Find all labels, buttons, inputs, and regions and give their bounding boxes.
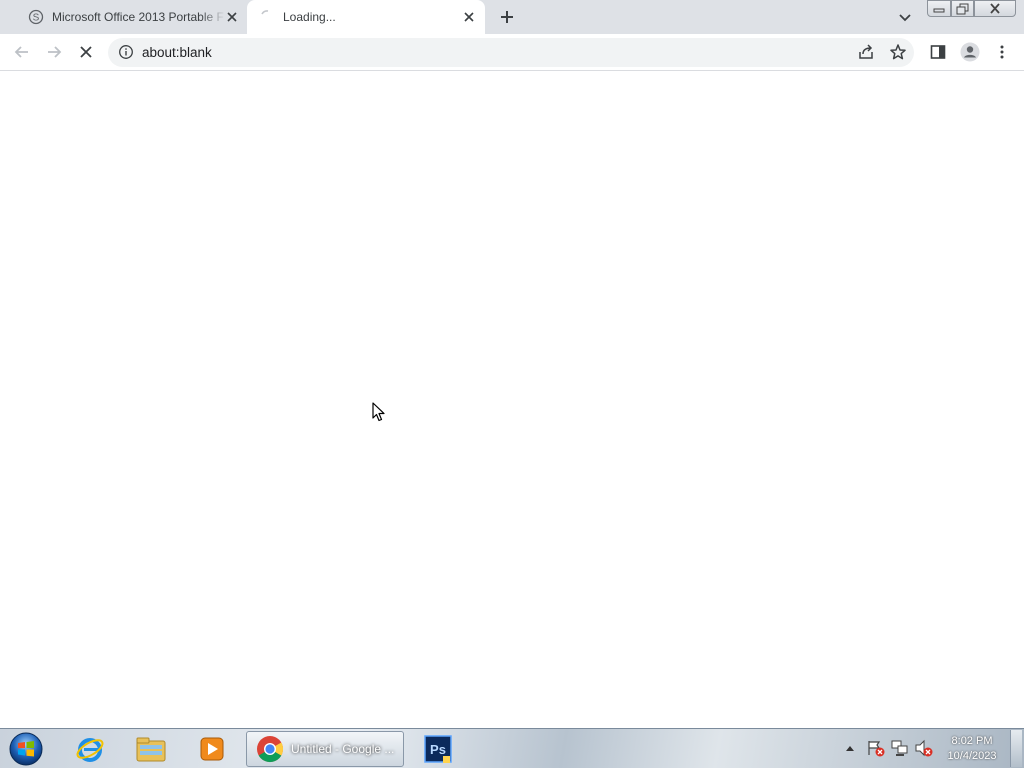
browser-toolbar: about:blank	[0, 34, 1024, 71]
file-explorer-icon	[136, 737, 166, 762]
back-arrow-icon[interactable]	[13, 43, 31, 61]
clock-date: 10/4/2023	[947, 750, 997, 762]
shield-s-icon: S	[28, 9, 44, 25]
photoshop-icon: Ps	[424, 735, 452, 763]
stop-loading-icon[interactable]	[77, 43, 95, 61]
taskbar-internet-explorer[interactable]	[70, 731, 110, 767]
taskbar-chrome-label: Untitled - Google ...	[291, 742, 395, 756]
tab-loading[interactable]: Loading...	[247, 0, 485, 34]
close-tab-icon[interactable]	[461, 9, 477, 25]
chrome-icon	[257, 736, 284, 763]
close-window-button[interactable]	[974, 0, 1016, 17]
internet-explorer-icon	[76, 738, 104, 762]
info-icon[interactable]	[118, 44, 134, 60]
profile-icon[interactable]	[960, 42, 980, 62]
show-hidden-icons-icon[interactable]	[844, 737, 856, 759]
taskbar-file-explorer[interactable]	[131, 731, 171, 767]
network-icon[interactable]	[890, 737, 910, 759]
tab-microsoft-office[interactable]: S Microsoft Office 2013 Portable F	[8, 0, 246, 34]
volume-muted-icon[interactable]	[914, 737, 934, 759]
minimize-button[interactable]	[927, 0, 951, 17]
new-tab-plus-icon[interactable]	[497, 7, 517, 27]
close-icon	[990, 3, 1000, 14]
loading-spinner-icon	[261, 10, 269, 15]
mouse-cursor-icon	[372, 402, 385, 422]
action-center-flag-icon[interactable]	[866, 737, 886, 759]
tab-title: Microsoft Office 2013 Portable F	[52, 10, 224, 24]
forward-arrow-icon[interactable]	[45, 43, 63, 61]
side-panel-icon[interactable]	[929, 43, 947, 61]
bookmark-star-icon[interactable]	[889, 43, 907, 61]
tab-title: Loading...	[283, 10, 336, 24]
close-tab-icon[interactable]	[224, 9, 240, 25]
tab-strip: S Microsoft Office 2013 Portable F Loadi…	[0, 0, 1024, 34]
taskbar-photoshop[interactable]: Ps	[418, 731, 458, 767]
clock-time: 8:02 PM	[951, 735, 993, 747]
page-content[interactable]	[0, 72, 1024, 728]
system-clock[interactable]: 8:02 PM 10/4/2023	[940, 734, 1004, 764]
restore-button[interactable]	[951, 0, 974, 17]
address-bar[interactable]: about:blank	[108, 38, 914, 67]
show-desktop-button[interactable]	[1010, 730, 1022, 767]
taskbar-media-player[interactable]	[192, 731, 232, 767]
tab-search-chevron-icon[interactable]	[896, 8, 914, 26]
svg-text:Ps: Ps	[430, 742, 446, 757]
windows-taskbar: Untitled - Google ... Ps 8:02 PM 10/4/20…	[0, 728, 1024, 768]
share-icon[interactable]	[857, 43, 875, 61]
restore-icon	[956, 3, 969, 14]
menu-kebab-icon[interactable]	[993, 43, 1011, 61]
url-text: about:blank	[142, 45, 212, 60]
taskbar-chrome[interactable]: Untitled - Google ...	[246, 731, 404, 767]
media-player-icon	[200, 737, 224, 761]
window-controls	[927, 0, 1017, 17]
svg-text:S: S	[33, 13, 40, 24]
minimize-icon	[933, 8, 945, 12]
start-orb-icon[interactable]	[7, 731, 45, 767]
